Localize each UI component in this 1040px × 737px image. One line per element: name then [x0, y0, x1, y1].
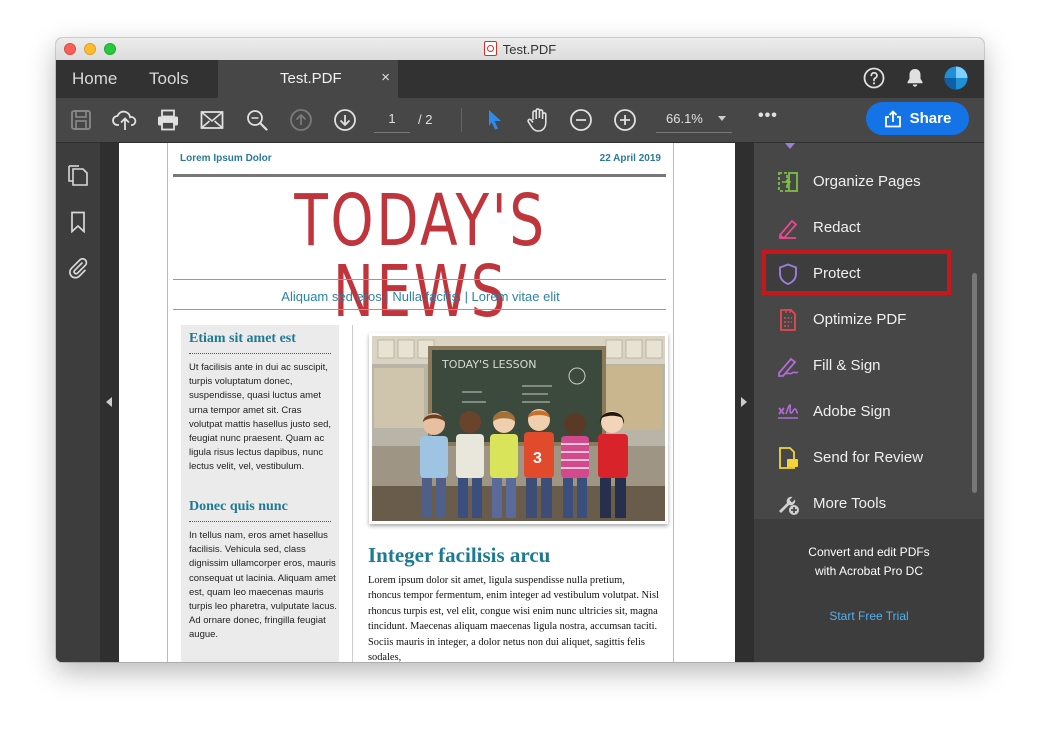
partial-tool-icon: [785, 143, 795, 149]
document-viewer[interactable]: Lorem Ipsum Dolor 22 April 2019 TODAY'S …: [119, 143, 735, 662]
tool-label: Send for Review: [813, 449, 924, 466]
acrobat-window: Test.PDF Home Tools Test.PDF × 1 / 2 66.…: [56, 38, 984, 662]
svg-text:3: 3: [533, 450, 542, 467]
share-button[interactable]: Share: [866, 102, 969, 135]
promo-line-1: Convert and edit PDFs: [808, 545, 930, 559]
article-title: Integer facilisis arcu: [368, 543, 551, 567]
zoom-in-icon[interactable]: [612, 107, 638, 133]
next-page-icon[interactable]: [332, 107, 358, 133]
more-tools-icon: [779, 496, 799, 515]
tool-adobe-sign[interactable]: Adobe Sign: [776, 398, 966, 426]
current-page-input[interactable]: 1: [374, 106, 410, 133]
page-thumbnails-icon[interactable]: [67, 165, 89, 187]
zoom-out-icon[interactable]: [568, 107, 594, 133]
tab-home[interactable]: Home: [72, 69, 117, 89]
tool-label: Organize Pages: [813, 173, 921, 190]
left-navigation-rail: [56, 143, 100, 662]
tool-label: Fill & Sign: [813, 357, 881, 374]
article-body: Lorem ipsum dolor sit amet, ligula suspe…: [368, 575, 659, 662]
left-panel-toggle[interactable]: [100, 143, 119, 662]
masthead-rule-top: [173, 279, 666, 280]
previous-page-icon[interactable]: [288, 107, 314, 133]
tab-bar: Home Tools Test.PDF ×: [56, 60, 984, 98]
upgrade-promo: Convert and edit PDFs with Acrobat Pro D…: [754, 519, 984, 662]
tool-more-tools[interactable]: More Tools: [776, 490, 966, 518]
sidebar-column: Etiam sit amet est Ut facilisis ante in …: [181, 325, 339, 662]
pdf-page: Lorem Ipsum Dolor 22 April 2019 TODAY'S …: [167, 143, 674, 662]
tool-label: Protect: [813, 265, 861, 282]
column-divider: [352, 325, 353, 662]
email-icon[interactable]: [199, 107, 225, 133]
page-total: / 2: [418, 112, 433, 127]
protect-shield-icon: [779, 263, 797, 286]
tab-document[interactable]: Test.PDF ×: [218, 60, 398, 98]
tool-redact[interactable]: Redact: [776, 214, 966, 242]
redact-icon: [779, 219, 798, 239]
tab-tools[interactable]: Tools: [149, 69, 189, 89]
newsletter-masthead: TODAY'S NEWS: [294, 179, 547, 333]
tool-fill-sign[interactable]: Fill & Sign: [776, 352, 966, 380]
tool-label: Adobe Sign: [813, 403, 891, 420]
document-tab-label: Test.PDF: [280, 70, 342, 87]
tool-label: Optimize PDF: [813, 311, 907, 328]
close-tab-icon[interactable]: ×: [381, 69, 390, 86]
help-icon[interactable]: [862, 66, 886, 90]
page-header-left: Lorem Ipsum Dolor: [180, 153, 272, 164]
main-toolbar: 1 / 2 66.1% ••• Share: [56, 98, 984, 143]
page-header-date: 22 April 2019: [599, 153, 661, 164]
select-cursor-icon[interactable]: [482, 107, 508, 133]
tools-pane: Organize Pages Redact Protect Optimize P…: [754, 143, 984, 662]
toolbar-divider: [461, 108, 462, 132]
chalkboard-text: TODAY'S LESSON: [441, 358, 536, 371]
attachment-paperclip-icon[interactable]: [67, 257, 89, 279]
send-review-icon: [779, 447, 798, 469]
optimize-pdf-icon: [780, 309, 796, 331]
sidebar-divider-2: [189, 521, 331, 522]
zoom-level-value: 66.1%: [666, 111, 703, 126]
find-zoom-icon[interactable]: [244, 107, 270, 133]
tool-label: More Tools: [813, 495, 887, 512]
adobe-sign-icon: [778, 404, 799, 419]
sidebar-heading-2: Donec quis nunc: [189, 499, 288, 514]
save-icon[interactable]: [68, 107, 94, 133]
print-icon[interactable]: [155, 107, 181, 133]
classroom-photo: TODAY'S LESSON 3: [369, 333, 668, 524]
notifications-bell-icon[interactable]: [903, 66, 927, 90]
organize-pages-icon: [778, 172, 798, 192]
sidebar-body-1: Ut facilisis ante in dui ac suscipit, tu…: [189, 362, 332, 473]
pdf-file-icon: [483, 41, 497, 56]
window-title: Test.PDF: [56, 41, 984, 57]
upload-cloud-icon[interactable]: [112, 107, 138, 133]
title-bar: Test.PDF: [56, 38, 984, 61]
share-upload-icon: [884, 109, 901, 127]
tool-protect[interactable]: Protect: [776, 260, 966, 288]
fill-sign-icon: [778, 357, 799, 377]
collapse-right-icon: [741, 397, 747, 407]
header-rule: [173, 174, 666, 177]
masthead-subline: Aliquam sed eros | Nulla facilisi | Lore…: [281, 289, 560, 304]
account-avatar-icon[interactable]: [944, 66, 968, 90]
share-label: Share: [909, 110, 952, 127]
tool-organize-pages[interactable]: Organize Pages: [776, 168, 966, 196]
promo-text: Convert and edit PDFs with Acrobat Pro D…: [754, 543, 984, 581]
chevron-down-icon: [718, 116, 726, 121]
sidebar-heading-1: Etiam sit amet est: [189, 331, 296, 346]
sidebar-divider-1: [189, 353, 331, 354]
bookmark-icon[interactable]: [67, 211, 89, 233]
tool-optimize-pdf[interactable]: Optimize PDF: [776, 306, 966, 334]
hand-tool-icon[interactable]: [525, 107, 551, 133]
promo-line-2: with Acrobat Pro DC: [814, 564, 924, 578]
masthead-rule-bottom: [173, 309, 666, 310]
tool-send-for-review[interactable]: Send for Review: [776, 444, 966, 472]
start-free-trial-link[interactable]: Start Free Trial: [754, 609, 984, 623]
right-panel-toggle[interactable]: [735, 143, 754, 662]
more-options-icon[interactable]: •••: [758, 107, 778, 125]
tool-label: Redact: [813, 219, 861, 236]
tools-pane-scrollbar[interactable]: [972, 273, 977, 493]
sidebar-body-2: In tellus nam, eros amet hasellus facili…: [189, 530, 337, 641]
zoom-level-select[interactable]: 66.1%: [656, 106, 732, 133]
collapse-left-icon: [106, 397, 112, 407]
